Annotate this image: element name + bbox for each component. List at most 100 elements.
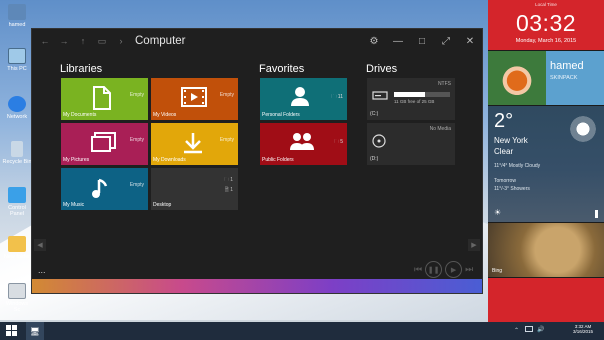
taskbar-clock[interactable]: 3:32 AM 3/16/2015 bbox=[573, 324, 593, 334]
music-note-icon bbox=[92, 178, 108, 198]
drive-usage-bar bbox=[394, 92, 450, 97]
bing-label: Bing bbox=[492, 268, 503, 274]
weather-indicator-icon bbox=[595, 210, 598, 218]
drives-heading: Drives bbox=[366, 63, 398, 75]
tile-public-folders[interactable]: 🗀 5 Public Folders bbox=[260, 123, 347, 165]
drive-label: (D:) bbox=[370, 156, 379, 162]
computer-taskbar-icon[interactable]: 🖥 bbox=[26, 322, 44, 340]
tile-label: My Pictures bbox=[63, 157, 90, 163]
folder-count: 11 bbox=[337, 94, 343, 100]
window-titlebar: ← → ↑ ▭ › Computer ⚙ — □ ⤢ ✕ bbox=[32, 29, 482, 53]
user-icon bbox=[291, 87, 309, 106]
pause-icon[interactable]: ❚❚ bbox=[425, 261, 443, 278]
next-track-icon[interactable]: ⏭ bbox=[465, 264, 473, 275]
tile-my-downloads[interactable]: Empty My Downloads bbox=[151, 123, 238, 165]
tray-chevron-icon[interactable]: ⌃ bbox=[514, 327, 520, 334]
side-panel: Local Time 03:32 Monday, March 16, 2015 … bbox=[488, 0, 604, 322]
tile-status: Empty bbox=[129, 137, 144, 143]
drive-media-status: No Media bbox=[429, 126, 451, 132]
chevron-right-icon: › bbox=[119, 36, 123, 46]
user-tile[interactable]: hamed SKINPACK bbox=[488, 51, 604, 105]
tile-status: Empty bbox=[129, 182, 144, 188]
network-tray-icon[interactable] bbox=[525, 326, 533, 332]
tile-label: Personal Folders bbox=[262, 112, 300, 118]
weather-tomorrow-label: Tomorrow bbox=[494, 178, 516, 184]
desktop-icon-user[interactable]: hamed bbox=[2, 4, 32, 28]
window-title: Computer bbox=[135, 35, 186, 47]
drive-usage-fill bbox=[394, 92, 426, 97]
desktop-icon-recycle-bin[interactable]: Recycle Bin bbox=[2, 141, 32, 165]
close-icon[interactable]: ✕ bbox=[458, 34, 482, 48]
maximize-icon[interactable]: □ bbox=[410, 34, 434, 48]
folder-count: 1 bbox=[230, 177, 233, 183]
user-avatar bbox=[488, 51, 546, 105]
tile-label: My Downloads bbox=[153, 157, 186, 163]
tile-status: Empty bbox=[219, 92, 234, 98]
tile-my-videos[interactable]: Empty My Videos bbox=[151, 78, 238, 120]
desktop-icon-network[interactable]: Network bbox=[2, 96, 32, 120]
desktop-icon-new-folder[interactable]: New folder bbox=[2, 236, 32, 260]
tile-status: Empty bbox=[219, 137, 234, 143]
windows-start-icon[interactable] bbox=[6, 325, 17, 336]
folder-icon: 🗀 bbox=[331, 94, 337, 100]
tile-desktop[interactable]: 🗀 1 🗎 1 Desktop bbox=[151, 168, 238, 210]
clock-time: 03:32 bbox=[515, 10, 577, 36]
desktop-icon-label: Recycle Bin bbox=[2, 159, 32, 165]
back-arrow-icon[interactable]: ← bbox=[38, 34, 52, 48]
drive-c[interactable]: NTFS 11 GB free of 25 GB (C:) bbox=[367, 78, 455, 120]
weather-sun-icon: ☀ bbox=[494, 208, 502, 217]
document-icon bbox=[93, 86, 111, 110]
more-options-button[interactable]: ... bbox=[38, 265, 46, 275]
previous-track-icon[interactable]: ⏮ bbox=[414, 264, 422, 275]
libraries-heading: Libraries bbox=[60, 63, 103, 75]
recycle-bin-icon bbox=[11, 141, 23, 157]
forward-arrow-icon[interactable]: → bbox=[57, 34, 71, 48]
desktop-icon-windows-screenshot[interactable]: Windows Sc bbox=[2, 283, 32, 313]
desktop-icon-label: hamed bbox=[8, 22, 26, 28]
desktop-icon-label: Network bbox=[6, 114, 28, 120]
weather-tomorrow: 11°/-3° Showers bbox=[494, 186, 530, 192]
computer-window: ← → ↑ ▭ › Computer ⚙ — □ ⤢ ✕ Libraries F… bbox=[31, 28, 483, 294]
tile-label: Public Folders bbox=[262, 157, 294, 163]
drive-label: (C:) bbox=[370, 111, 379, 117]
up-arrow-icon[interactable]: ↑ bbox=[76, 34, 90, 48]
desktop-icon-control-panel[interactable]: Control Panel bbox=[2, 187, 32, 217]
clock-widget[interactable]: Local Time 03:32 Monday, March 16, 2015 bbox=[488, 0, 604, 50]
tile-my-music[interactable]: Empty My Music bbox=[61, 168, 148, 210]
download-icon bbox=[184, 133, 202, 154]
cd-drive-icon bbox=[372, 134, 386, 148]
scroll-right-icon[interactable]: ▶ bbox=[468, 239, 480, 251]
folder-count-row: 🗀 5 bbox=[334, 139, 343, 147]
favorites-heading: Favorites bbox=[259, 63, 305, 75]
screenshot-icon bbox=[8, 283, 26, 299]
tile-status: Empty bbox=[129, 92, 144, 98]
side-accent-block bbox=[488, 278, 604, 322]
tile-personal-folders[interactable]: 🗀 11 Personal Folders bbox=[260, 78, 347, 120]
desktop-icon-this-pc[interactable]: This PC bbox=[2, 48, 32, 72]
network-globe-icon bbox=[8, 96, 26, 112]
tile-my-pictures[interactable]: Empty My Pictures bbox=[61, 123, 148, 165]
play-icon[interactable]: ▶ bbox=[445, 261, 463, 278]
clock-date: Monday, March 16, 2015 bbox=[515, 38, 577, 44]
minimize-icon[interactable]: — bbox=[386, 34, 410, 48]
weather-today: 11°/4° Mostly Cloudy bbox=[494, 163, 541, 169]
drive-d[interactable]: No Media (D:) bbox=[367, 123, 455, 165]
desktop-icon-label: Control Panel bbox=[8, 205, 26, 217]
fullscreen-icon[interactable]: ⤢ bbox=[434, 34, 458, 48]
tile-my-documents[interactable]: Empty My Documents bbox=[61, 78, 148, 120]
settings-gear-icon[interactable]: ⚙ bbox=[362, 34, 386, 48]
computer-icon: ▭ bbox=[97, 35, 107, 46]
computer-icon bbox=[8, 48, 26, 64]
desktop-icon-label: This PC bbox=[7, 66, 27, 72]
pictures-icon bbox=[91, 132, 116, 152]
sun-icon bbox=[568, 114, 598, 144]
file-count: 1 bbox=[230, 187, 233, 193]
volume-tray-icon[interactable]: 🔊 bbox=[537, 326, 544, 333]
film-icon bbox=[181, 87, 207, 107]
file-count-row: 🗎 1 bbox=[225, 187, 233, 195]
user-folder-icon bbox=[8, 4, 26, 20]
file-icon: 🗎 bbox=[224, 187, 229, 193]
weather-widget[interactable]: 2° New York Clear 11°/4° Mostly Cloudy T… bbox=[488, 106, 604, 222]
scroll-left-icon[interactable]: ◀ bbox=[34, 239, 46, 251]
bing-image-tile[interactable]: Bing bbox=[488, 223, 604, 277]
